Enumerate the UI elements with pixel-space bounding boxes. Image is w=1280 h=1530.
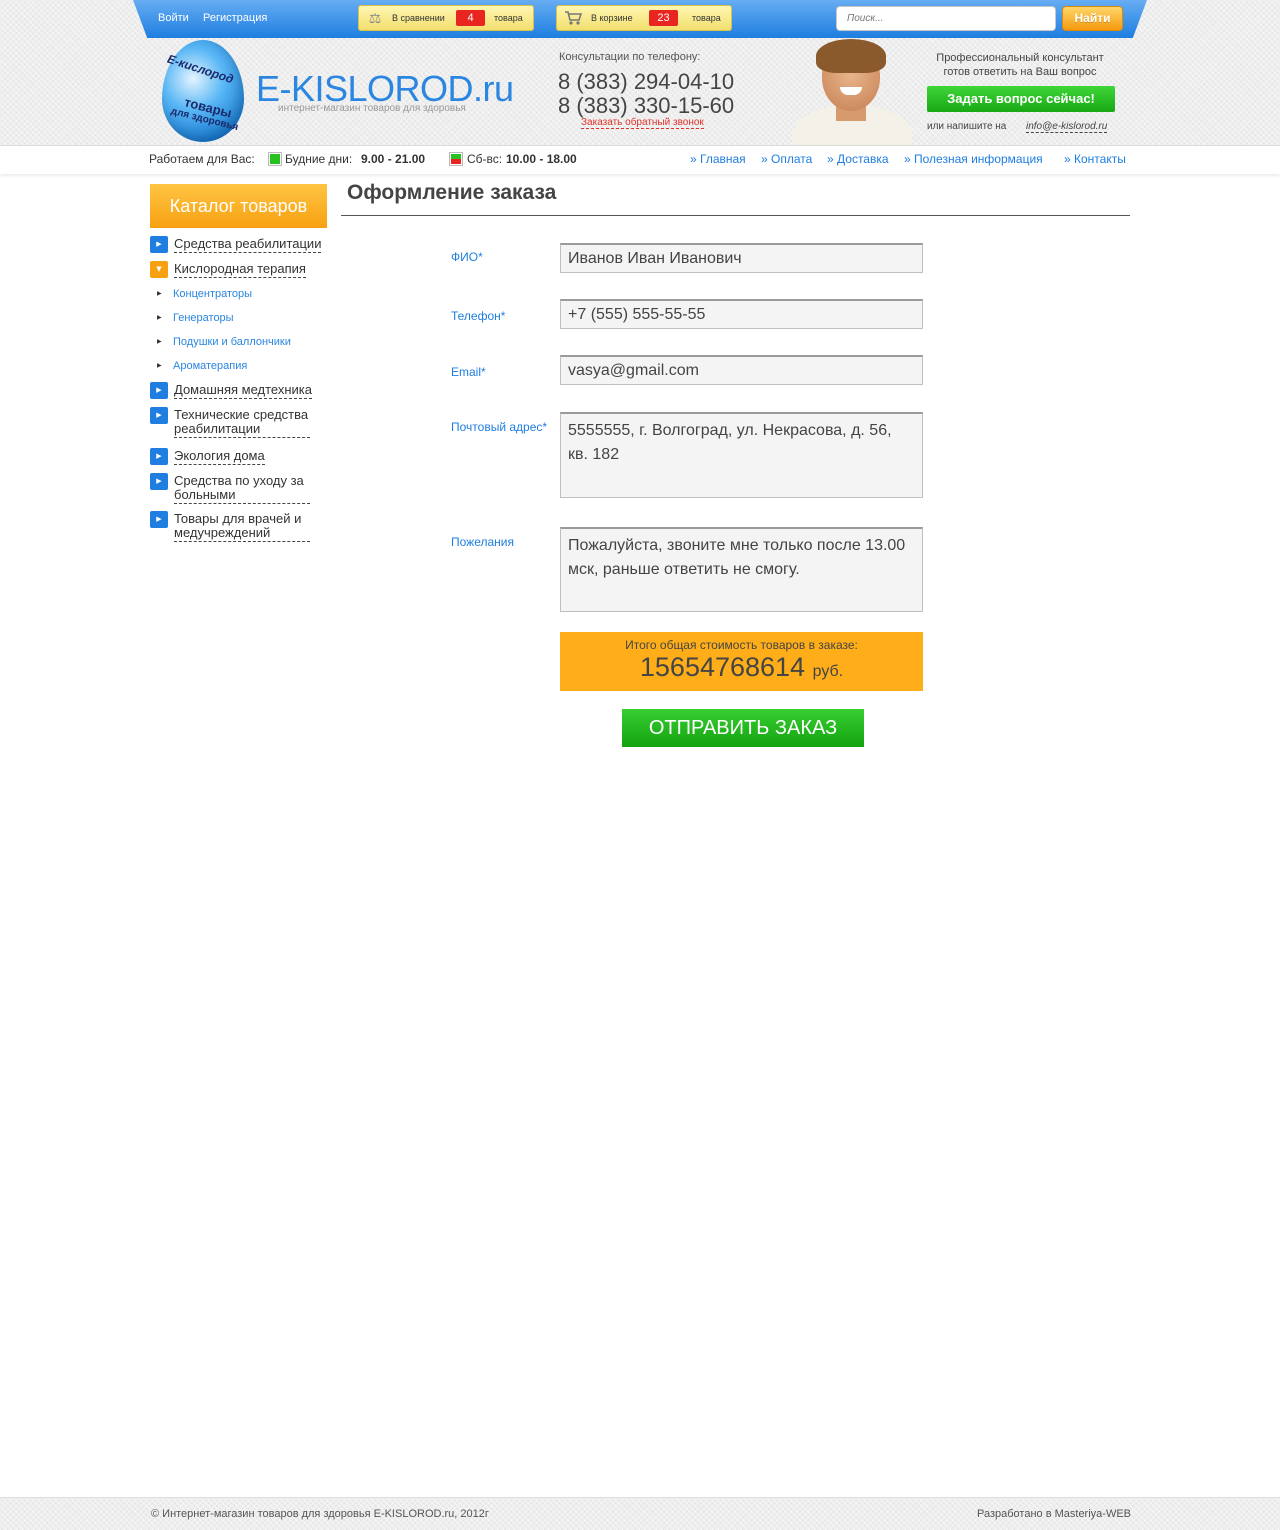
cart-icon (564, 10, 583, 26)
weekend-indicator-icon (449, 152, 463, 166)
nav-payment[interactable]: » Оплата (761, 152, 812, 166)
working-label: Работаем для Вас: (149, 152, 255, 166)
consultant-photo (786, 39, 918, 145)
address-field[interactable]: 5555555, г. Волгоград, ул. Некрасова, д.… (560, 412, 923, 498)
brand-tagline: интернет-магазин товаров для здоровья (278, 103, 466, 114)
register-link[interactable]: Регистрация (203, 12, 267, 24)
phone-number-1: 8 (383) 294-04-10 (558, 69, 735, 94)
compare-suffix: товара (494, 13, 523, 23)
search-input[interactable] (836, 6, 1056, 31)
phone-number-2: 8 (383) 330-15-60 (558, 93, 735, 118)
bullet-arrow-icon: ▶ (157, 338, 162, 345)
footer-developer-link[interactable]: Разработано в Masteriya-WEB (977, 1508, 1131, 1520)
compare-label: В сравнении (392, 13, 445, 23)
weekend-hours: 10.00 - 18.00 (506, 152, 577, 166)
nav-delivery[interactable]: » Доставка (827, 152, 889, 166)
nav-home[interactable]: » Главная (690, 152, 746, 166)
name-label: ФИО* (451, 250, 483, 264)
name-field[interactable]: Иванов Иван Иванович (560, 243, 923, 273)
cart-count-badge: 23 (649, 10, 678, 26)
order-total-box: Итого общая стоимость товаров в заказе: … (560, 632, 923, 691)
sidebar-subitem-aromatherapy[interactable]: Ароматерапия (173, 360, 247, 372)
sidebar-subitem-pillows[interactable]: Подушки и баллончики (173, 336, 291, 348)
compare-widget[interactable]: ⚖ В сравнении 4 товара (358, 5, 534, 31)
expand-arrow-icon[interactable]: ▶ (150, 511, 168, 528)
sidebar-subitem-generators[interactable]: Генераторы (173, 312, 234, 324)
sidebar-item-rehab[interactable]: Средства реабилитации (174, 237, 322, 253)
weekdays-hours: 9.00 - 21.00 (361, 152, 426, 166)
consultant-text-line1: Профессиональный консультант (936, 52, 1104, 64)
order-total: 15654768614 руб. (560, 652, 923, 683)
order-total-currency: руб. (812, 663, 844, 680)
expand-arrow-icon[interactable]: ▶ (150, 382, 168, 399)
consultant-text: Профессиональный консультант готов ответ… (924, 51, 1116, 79)
sidebar-item-ecology[interactable]: Экология дома (174, 449, 265, 465)
callback-link[interactable]: Заказать обратный звонок (581, 117, 704, 129)
catalog-heading: Каталог товаров (150, 184, 327, 228)
sidebar-item-oxygen[interactable]: Кислородная терапия (174, 262, 306, 278)
expand-arrow-icon[interactable]: ▶ (150, 448, 168, 465)
order-total-value: 15654768614 (639, 652, 806, 682)
phone-label: Телефон* (451, 309, 506, 323)
submit-order-button[interactable]: ОТПРАВИТЬ ЗАКАЗ (622, 709, 864, 747)
email-field[interactable]: vasya@gmail.com (560, 355, 923, 385)
write-label: или напишите на (927, 121, 1007, 132)
nav-contacts[interactable]: » Контакты (1064, 152, 1126, 166)
sidebar-item-home-medtech[interactable]: Домашняя медтехника (174, 383, 313, 399)
page-title: Оформление заказа (347, 181, 557, 204)
cart-label: В корзине (591, 13, 633, 23)
title-divider (341, 215, 1130, 216)
sidebar-item-patient-care[interactable]: Средства по уходу за больными (174, 474, 310, 504)
bullet-arrow-icon: ▶ (157, 290, 162, 297)
sidebar-item-doctors[interactable]: Товары для врачей и медучреждений (174, 512, 310, 542)
expand-arrow-icon[interactable]: ▶ (150, 473, 168, 490)
phone-field[interactable]: +7 (555) 555-55-55 (560, 299, 923, 329)
logo-text-line1: E-кислород (165, 51, 236, 87)
scales-icon: ⚖ (368, 10, 382, 26)
bullet-arrow-icon: ▶ (157, 362, 162, 369)
email-link[interactable]: info@e-kislorod.ru (1026, 121, 1108, 133)
expand-arrow-icon[interactable]: ▶ (150, 236, 168, 253)
wishes-field[interactable]: Пожалуйста, звоните мне только после 13.… (560, 527, 923, 612)
ask-question-button[interactable]: Задать вопрос сейчас! (927, 86, 1115, 112)
consultant-text-line2: готов ответить на Ваш вопрос (943, 66, 1097, 78)
address-label: Почтовый адрес* (451, 420, 548, 434)
email-label: Email* (451, 365, 486, 379)
cart-widget[interactable]: В корзине 23 товара (556, 5, 732, 31)
compare-count-badge: 4 (456, 10, 485, 26)
collapse-arrow-icon[interactable]: ▼ (150, 261, 168, 278)
weekdays-label: Будние дни: (285, 152, 353, 166)
nav-useful-info[interactable]: » Полезная информация (904, 152, 1043, 166)
sidebar-item-tech-rehab[interactable]: Технические средства реабилитации (174, 408, 310, 438)
consult-title: Консультации по телефону: (559, 51, 701, 63)
order-total-label: Итого общая стоимость товаров в заказе: (625, 638, 858, 652)
footer-copyright: © Интернет-магазин товаров для здоровья … (151, 1508, 489, 1520)
weekend-label: Сб-вс: (467, 152, 503, 166)
sidebar-subitem-concentrators[interactable]: Концентраторы (173, 288, 252, 300)
weekdays-indicator-icon (268, 152, 282, 166)
cart-suffix: товара (692, 13, 721, 23)
bullet-arrow-icon: ▶ (157, 314, 162, 321)
login-link[interactable]: Войти (158, 12, 189, 24)
search-button[interactable]: Найти (1062, 6, 1123, 31)
wishes-label: Пожелания (451, 535, 514, 549)
expand-arrow-icon[interactable]: ▶ (150, 407, 168, 424)
